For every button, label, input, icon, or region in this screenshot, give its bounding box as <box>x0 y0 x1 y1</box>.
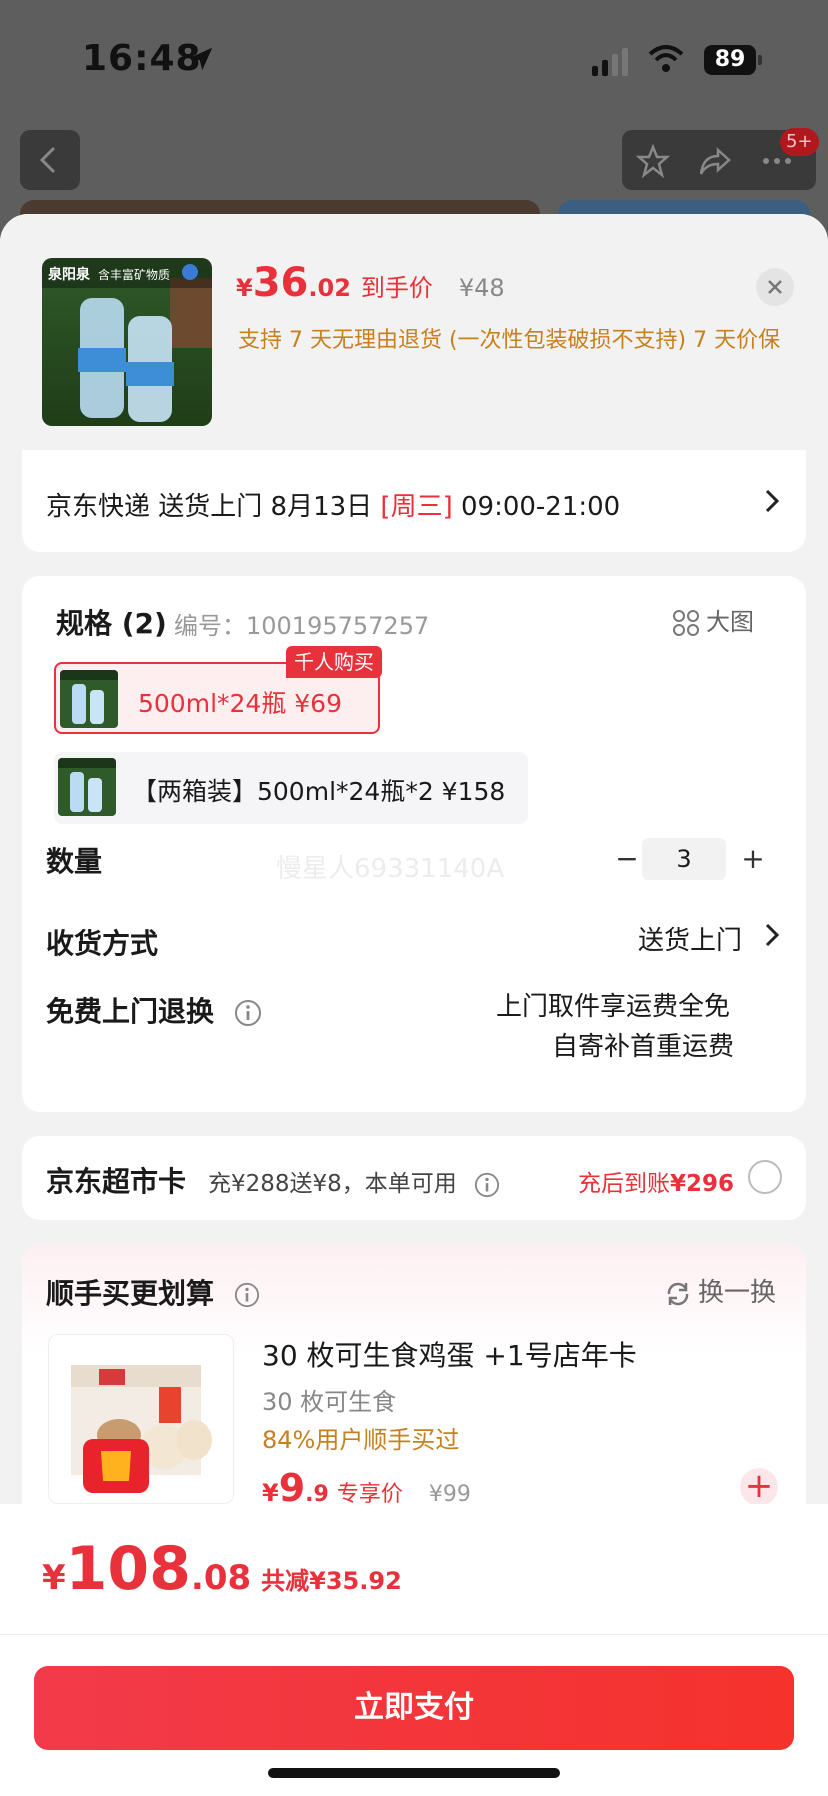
swap-button[interactable]: 换一换 <box>664 1272 776 1309</box>
refresh-icon <box>667 1282 689 1305</box>
chevron-right-icon <box>765 489 780 513</box>
total-currency: ¥ <box>42 1558 66 1598</box>
close-button[interactable] <box>756 268 794 306</box>
shipping-method-value[interactable]: 送货上门 <box>638 920 742 957</box>
bundle-price-currency: ¥ <box>262 1479 279 1507</box>
star-icon[interactable] <box>636 144 670 178</box>
share-icon[interactable] <box>698 144 732 178</box>
bundle-item-name[interactable]: 30 枚可生食鸡蛋 +1号店年卡 <box>262 1334 637 1374</box>
wifi-icon <box>648 45 684 72</box>
price-tag: 到手价 <box>360 274 433 302</box>
total-integer: 108 <box>65 1534 191 1604</box>
option-label: 500ml*24瓶 ¥69 <box>138 689 342 718</box>
swap-label: 换一换 <box>698 1278 777 1308</box>
checkout-footer: ¥108.08 共减¥35.92 立即支付 <box>0 1504 828 1796</box>
thumb-brand-text: 泉阳泉 <box>48 267 90 283</box>
total-decimal: .08 <box>190 1558 252 1598</box>
status-time: 16:48 <box>82 38 202 79</box>
option-thumbnail <box>60 670 118 728</box>
shipping-method-text: 送货上门 <box>638 926 743 956</box>
after-prefix: 充后到账 <box>578 1171 670 1197</box>
supermarket-card-radio[interactable] <box>748 1160 782 1194</box>
after-value: ¥296 <box>670 1171 735 1197</box>
popular-tag: 千人购买 <box>286 646 382 678</box>
battery-indicator: 89 <box>704 45 756 75</box>
total-price: ¥108.08 共减¥35.92 <box>42 1534 402 1604</box>
bundle-item-subtitle: 30 枚可生食 <box>262 1388 397 1416</box>
bundle-item-popularity: 84%用户顺手买过 <box>262 1426 460 1454</box>
supermarket-card-title: 京东超市卡 <box>46 1165 187 1198</box>
price-decimal: .02 <box>308 274 351 302</box>
grid-icon <box>673 610 699 636</box>
close-icon <box>768 280 782 294</box>
free-return-line2: 自寄补首重运费 <box>552 1032 735 1062</box>
spec-title: 规格 (2) <box>56 607 167 640</box>
delivery-prefix: 京东快递 送货上门 8月13日 <box>46 492 381 522</box>
info-icon[interactable] <box>474 1172 500 1198</box>
price-integer: 36 <box>252 260 309 306</box>
original-price: ¥48 <box>458 274 505 302</box>
option-label: 【两箱装】500ml*24瓶*2 ¥158 <box>132 777 506 806</box>
notification-badge: 5+ <box>780 128 819 156</box>
checkout-sheet: 泉阳泉 含丰富矿物质 ¥36.02 到手价 ¥48 支持 7 天无理由退货 (一次性… <box>0 214 828 1796</box>
pay-now-button[interactable]: 立即支付 <box>34 1666 794 1750</box>
watermark-text: 慢星人69331140A <box>276 854 505 884</box>
sheet-header: 泉阳泉 含丰富矿物质 ¥36.02 到手价 ¥48 支持 7 天无理由退货 (一次性… <box>0 214 828 450</box>
big-image-label: 大图 <box>706 608 754 636</box>
delivery-text: 京东快递 送货上门 8月13日 [周三] 09:00-21:00 <box>46 486 620 523</box>
price-row: ¥36.02 到手价 ¥48 <box>236 260 505 310</box>
thumb-caption-text: 含丰富矿物质 <box>98 268 171 282</box>
chevron-right-icon <box>765 923 780 947</box>
spec-card: 规格 (2) 编号：100195757257 大图 500ml*24瓶 ¥69 … <box>22 576 806 1112</box>
battery-tip <box>758 55 762 65</box>
info-icon[interactable] <box>234 1282 260 1308</box>
supermarket-card-desc-text: 充¥288送¥8，本单可用 <box>208 1171 457 1197</box>
quantity-label: 数量 <box>46 845 103 878</box>
spec-option-two-boxes[interactable]: 【两箱装】500ml*24瓶*2 ¥158 <box>54 752 528 824</box>
total-savings: 共减¥35.92 <box>261 1567 402 1595</box>
quantity-increase-button[interactable]: + <box>738 844 768 874</box>
delivery-time: 09:00-21:00 <box>452 492 621 522</box>
price-currency: ¥ <box>236 274 253 302</box>
free-return-line1: 上门取件享运费全免 <box>496 992 731 1022</box>
product-code: 编号：100195757257 <box>174 612 430 640</box>
product-thumbnail: 泉阳泉 含丰富矿物质 <box>42 258 212 426</box>
add-bundle-item-button[interactable]: + <box>740 1468 778 1506</box>
option-thumbnail <box>58 758 116 816</box>
cellular-signal-icon <box>592 48 628 76</box>
free-return-text: 免费上门退换 <box>46 995 215 1028</box>
quantity-input[interactable]: 3 <box>642 838 726 880</box>
supermarket-card-row[interactable]: 京东超市卡 充¥288送¥8，本单可用 充后到账¥296 <box>22 1136 806 1220</box>
info-icon[interactable] <box>234 999 262 1027</box>
shipping-method-label: 收货方式 <box>46 927 159 960</box>
chevron-left-icon <box>39 146 56 174</box>
bundle-title-text: 顺手买更划算 <box>46 1277 215 1310</box>
delivery-weekday: [周三] <box>380 492 453 522</box>
quantity-decrease-button[interactable]: − <box>612 844 642 874</box>
location-arrow-icon <box>189 47 213 71</box>
free-return-label: 免费上门退换 <box>46 990 262 1030</box>
delivery-row[interactable]: 京东快递 送货上门 8月13日 [周三] 09:00-21:00 <box>22 450 806 552</box>
back-button[interactable] <box>20 130 80 190</box>
status-bar: 16:48 89 <box>0 0 828 120</box>
bundle-title: 顺手买更划算 <box>46 1272 260 1312</box>
big-image-button[interactable]: 大图 <box>672 602 754 637</box>
home-indicator <box>268 1768 560 1778</box>
return-policy-text: 支持 7 天无理由退货 (一次性包装破损不支持) 7 天价保 <box>238 328 781 353</box>
supermarket-card-desc: 充¥288送¥8，本单可用 <box>208 1164 500 1198</box>
supermarket-card-after: 充后到账¥296 <box>578 1164 734 1198</box>
egg-product-image[interactable] <box>48 1334 234 1504</box>
footer-divider <box>0 1634 828 1635</box>
